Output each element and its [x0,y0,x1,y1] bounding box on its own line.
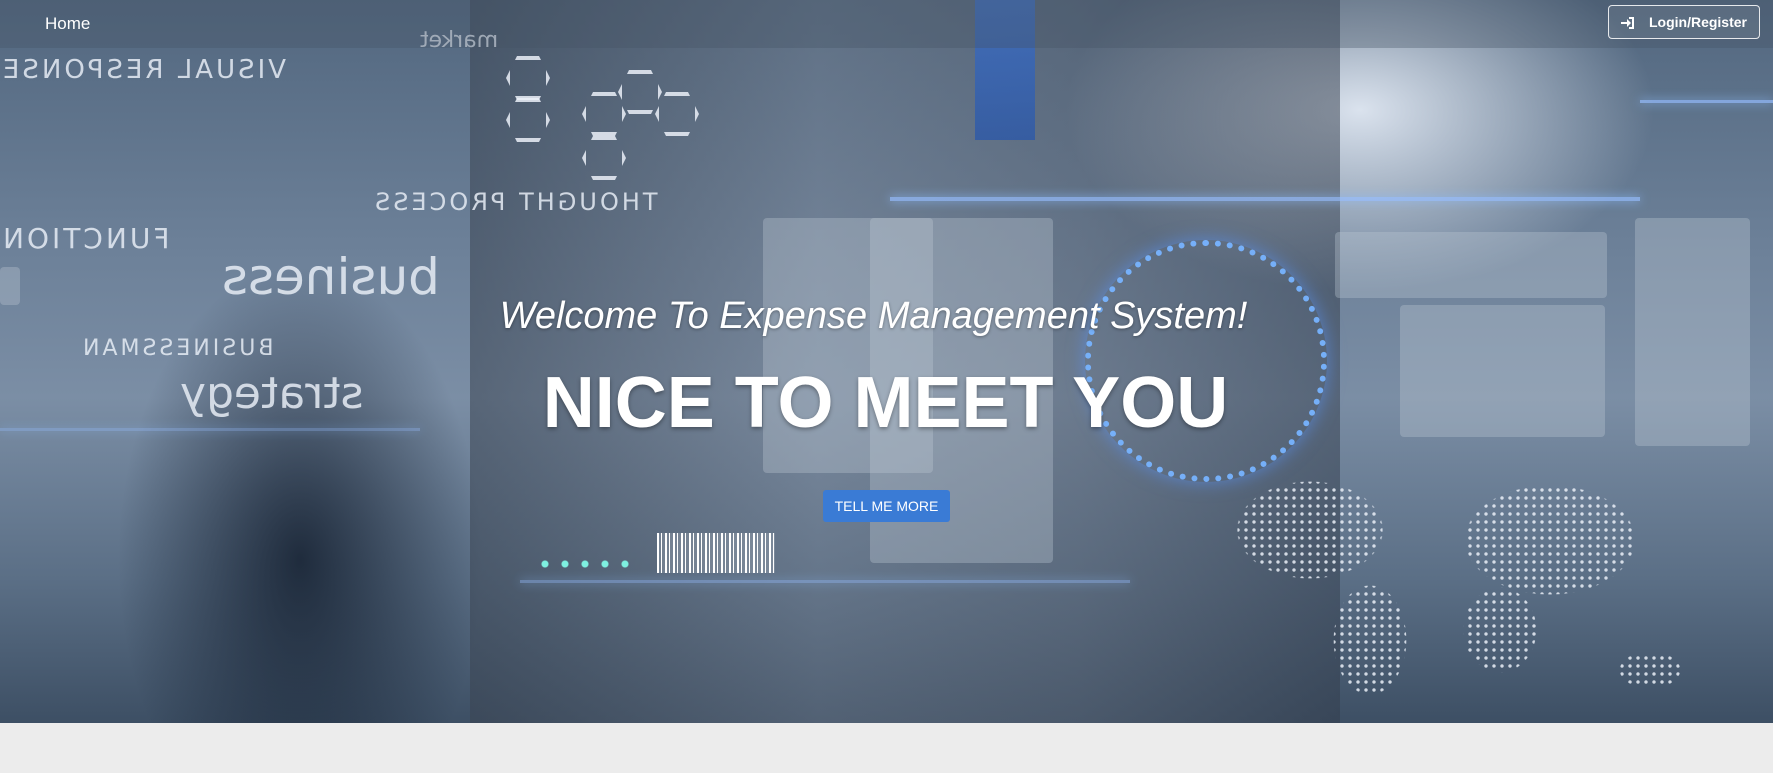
background-graphic-text: FUNCTION [0,222,170,255]
hud-line [520,580,1130,583]
welcome-heading: Welcome To Expense Management System! [0,295,1773,338]
sign-in-icon [1620,16,1635,29]
hero-headline: NICE TO MEET YOU [0,362,1773,444]
dots-graphic [535,560,635,568]
tell-me-more-button[interactable]: TELL ME MORE [823,490,950,522]
login-register-button[interactable]: Login/Register [1608,5,1760,39]
background-graphic-text: VISUAL RESPONSE [0,55,287,85]
background-graphic-text: THOUGHT PROCESS [372,188,658,216]
welcome-text: Welcome To Expense Management System! [499,295,1248,337]
top-navbar: Home Login/Register [0,0,1773,48]
nav-home-link[interactable]: Home [45,14,90,34]
login-register-label: Login/Register [1648,14,1747,30]
glowing-ring [1085,240,1327,482]
world-map-graphic [1210,470,1730,710]
hud-line [1640,100,1773,103]
background-graphic-text: BUSINESSMAN [80,336,274,361]
hud-panel [1335,232,1607,298]
headline-text: NICE TO MEET YOU [542,363,1229,443]
hud-line [890,197,1640,201]
barcode-graphic [657,533,775,573]
